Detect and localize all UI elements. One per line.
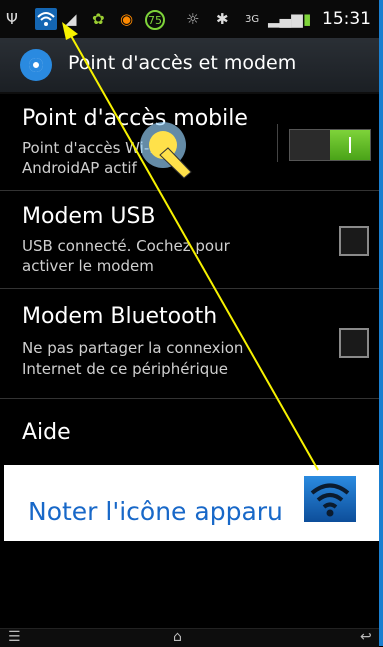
list-item-usb-modem[interactable]: Modem USB USB connecté. Cochez pour acti… [0,190,379,289]
usb-icon: Ψ [6,10,18,28]
page-title: Point d'accès et modem [68,52,297,74]
battery-icon: ▮ [303,10,312,28]
wifi-hotspot-icon [35,8,57,30]
hotspot-toggle[interactable] [289,129,371,161]
eye-icon: ☼ [186,10,200,28]
clock: 15:31 [322,9,371,29]
usb-subtitle-2: activer le modem [22,257,154,275]
hotspot-subtitle-1: Point d'accès Wi-Fi [22,139,161,157]
hotspot-title: Point d'accès mobile [22,106,248,131]
battery-75-icon: 75 [145,10,165,30]
usb-checkbox[interactable] [339,226,369,256]
toggle-on-thumb [330,130,370,160]
menu-icon[interactable]: ☰ [8,629,21,645]
signal-icon: ◢ [65,10,77,28]
bluetooth-checkbox[interactable] [339,328,369,358]
usb-title: Modem USB [22,204,156,229]
list-item-help[interactable]: Aide [0,398,379,464]
home-icon[interactable]: ⌂ [173,629,182,645]
signal-bars-icon: ▂▄▆ [268,10,303,28]
3g-icon: 3G [245,13,260,25]
back-icon[interactable]: ↩ [360,629,372,645]
status-bar: Ψ ◢ ✿ ◉ 75 ☼ ✱ 3G ▂▄▆ ▮ 15:31 [0,0,379,38]
hotspot-subtitle-2: AndroidAP actif [22,159,137,177]
list-item-bluetooth-modem[interactable]: Modem Bluetooth Ne pas partager la conne… [0,288,379,399]
nav-bar: ☰ ⌂ ↩ [0,628,379,647]
annotation-text: Noter l'icône apparu [28,497,283,526]
settings-icon: ✿ [92,10,105,28]
help-title: Aide [22,420,71,445]
sync-icon: ◉ [120,10,134,28]
bluetooth-title: Modem Bluetooth [22,304,218,329]
wifi-hotspot-icon [304,476,356,522]
usb-subtitle-1: USB connecté. Cochez pour [22,237,230,255]
settings-gear-icon[interactable] [20,49,52,81]
bluetooth-subtitle-2: Internet de ce périphérique [22,360,229,378]
bluetooth-icon: ✱ [216,10,229,28]
divider [277,124,278,162]
action-bar: Point d'accès et modem [0,38,379,94]
bluetooth-subtitle-1: Ne pas partager la connexion [22,339,244,357]
